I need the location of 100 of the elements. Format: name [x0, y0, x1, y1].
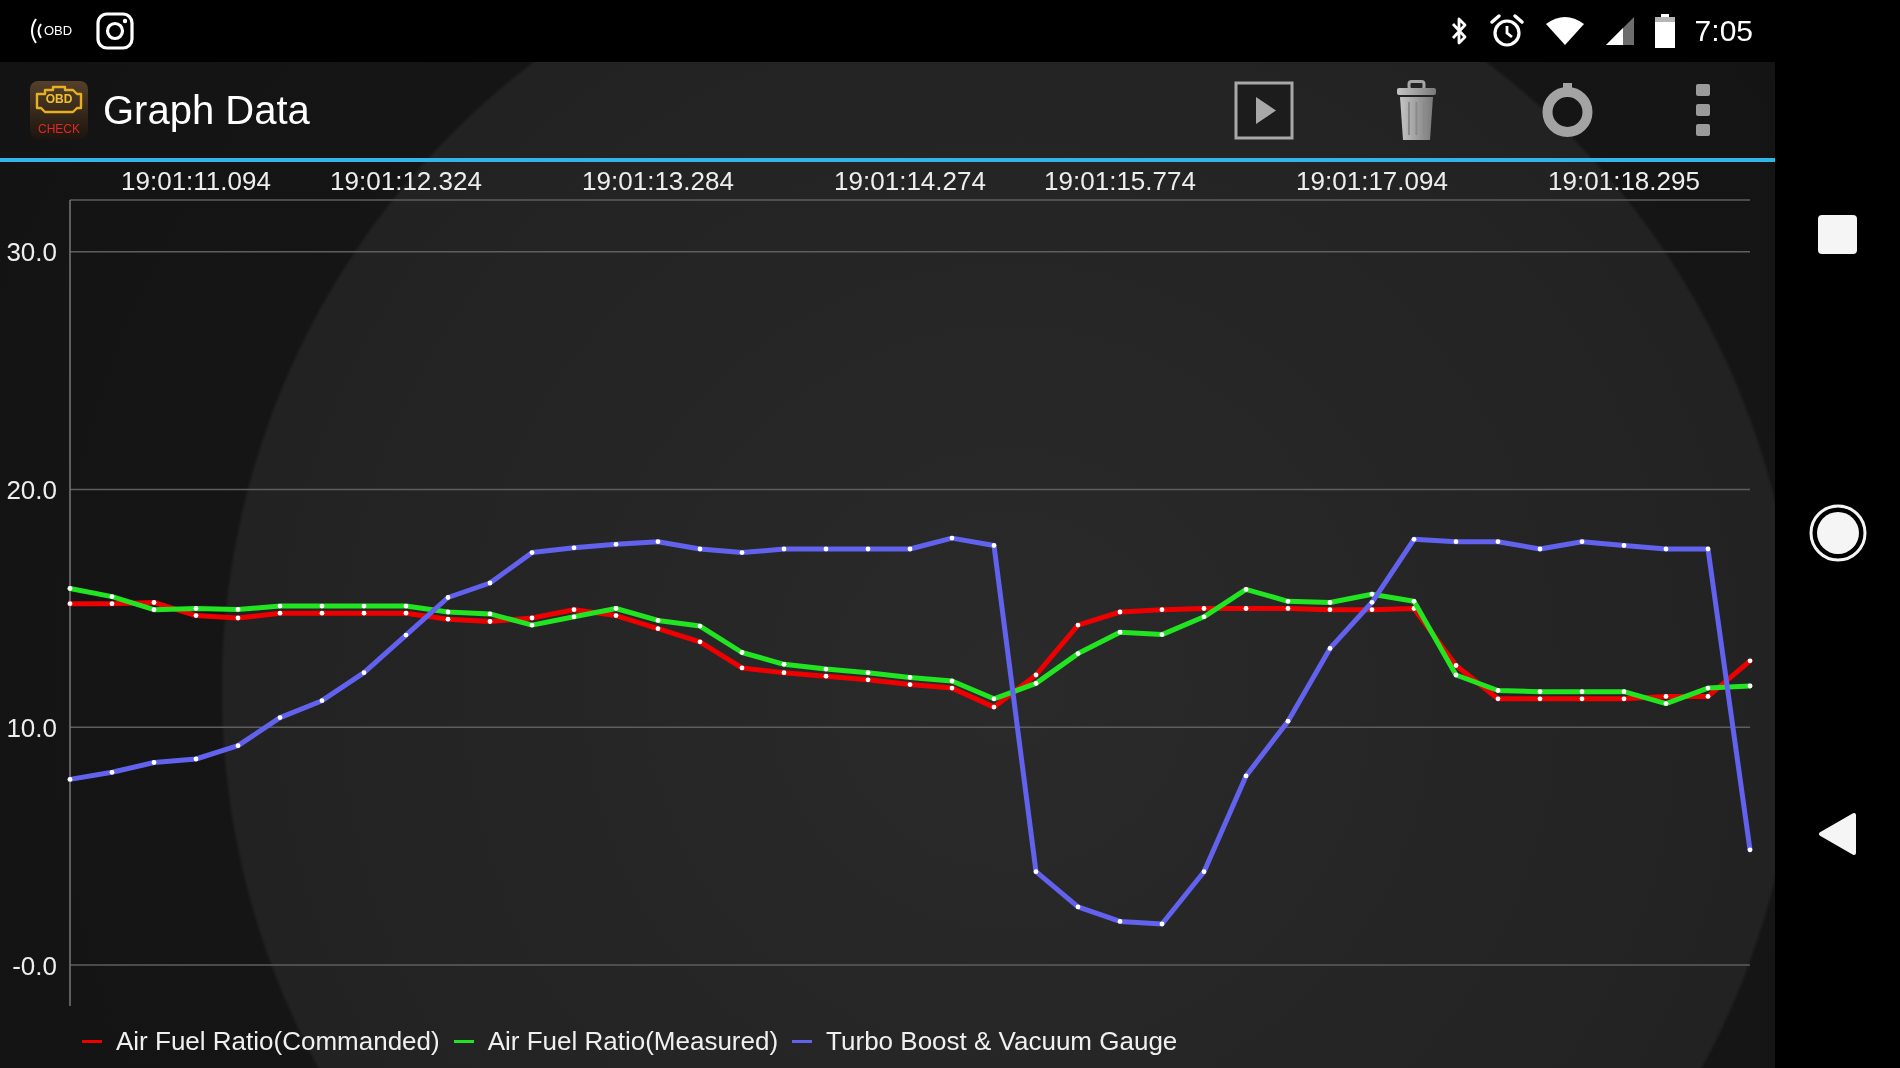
- triangle-icon[interactable]: [1818, 812, 1857, 856]
- data-point: [1075, 904, 1081, 910]
- data-point: [655, 539, 661, 545]
- play-icon[interactable]: [1234, 80, 1294, 140]
- data-point: [1075, 622, 1081, 628]
- data-point: [1243, 606, 1249, 611]
- camera-icon: [96, 12, 135, 50]
- data-point: [655, 626, 661, 632]
- data-point: [109, 601, 115, 607]
- data-point: [907, 546, 913, 552]
- y-tick-label: 30.0: [6, 237, 57, 268]
- data-point: [949, 535, 955, 541]
- data-point: [67, 777, 73, 782]
- data-point: [613, 613, 619, 618]
- data-point: [361, 670, 367, 676]
- data-point: [193, 613, 199, 618]
- data-point: [655, 618, 661, 623]
- data-point: [487, 580, 493, 586]
- data-point: [697, 639, 703, 645]
- data-point: [487, 619, 493, 624]
- data-point: [697, 546, 703, 552]
- data-point: [1453, 539, 1459, 545]
- data-point: [865, 546, 871, 552]
- data-point: [1369, 591, 1375, 597]
- data-point: [1411, 598, 1417, 604]
- data-point: [1159, 632, 1165, 637]
- data-point: [1369, 607, 1375, 613]
- data-point: [1453, 672, 1459, 678]
- data-point: [1201, 869, 1207, 875]
- data-point: [67, 601, 73, 607]
- data-point: [1033, 672, 1039, 678]
- data-point: [1705, 685, 1711, 691]
- data-point: [1033, 681, 1039, 686]
- legend-label: Turbo Boost & Vacuum Gauge: [826, 1026, 1178, 1057]
- data-point: [1537, 546, 1543, 552]
- data-point: [613, 541, 619, 547]
- data-point: [907, 675, 913, 680]
- data-point: [991, 543, 997, 548]
- logo-text: OBD: [44, 92, 74, 106]
- data-point: [193, 756, 199, 762]
- data-point: [1033, 869, 1039, 875]
- data-point: [991, 696, 997, 702]
- data-point: [487, 611, 493, 617]
- trash-icon[interactable]: [1394, 79, 1439, 141]
- data-point: [1285, 598, 1291, 604]
- data-point: [1495, 696, 1501, 702]
- data-point: [193, 606, 199, 611]
- legend-label: Air Fuel Ratio(Measured): [487, 1026, 779, 1057]
- signal-icon: [1604, 16, 1635, 46]
- notification-text: OBD: [44, 23, 73, 39]
- data-point: [781, 670, 787, 676]
- data-point: [739, 550, 745, 555]
- data-point: [235, 743, 241, 749]
- data-point: [1579, 539, 1585, 545]
- data-point: [739, 650, 745, 655]
- alarm-clock-icon: [1488, 13, 1525, 49]
- data-point: [1411, 606, 1417, 611]
- data-point: [697, 623, 703, 629]
- data-point: [1705, 546, 1711, 552]
- logo-caption: CHECK: [37, 122, 81, 136]
- screen-title: Graph Data: [103, 87, 310, 134]
- data-point: [277, 715, 283, 720]
- data-point: [1747, 847, 1753, 853]
- data-point: [1747, 683, 1753, 689]
- battery-icon: [1654, 14, 1675, 48]
- data-point: [1411, 536, 1417, 542]
- x-tick-label: 19:01:12.324: [330, 166, 482, 196]
- data-point: [1705, 694, 1711, 699]
- data-point: [151, 600, 157, 605]
- data-point: [67, 586, 73, 591]
- y-tick-label: -0.0: [12, 950, 57, 981]
- data-point: [1369, 599, 1375, 605]
- data-point: [403, 632, 409, 638]
- data-point: [1159, 921, 1165, 927]
- data-point: [1495, 539, 1501, 545]
- data-point: [319, 698, 325, 704]
- data-point: [1663, 546, 1669, 552]
- data-point: [991, 704, 997, 710]
- legend-label: Air Fuel Ratio(Commanded): [116, 1026, 440, 1057]
- x-tick-label: 19:01:15.774: [1044, 166, 1196, 196]
- data-point: [109, 769, 115, 775]
- circle-icon[interactable]: [1808, 504, 1867, 562]
- x-tick-label: 19:01:13.284: [582, 166, 734, 196]
- data-point: [571, 545, 577, 551]
- y-tick-label: 20.0: [6, 475, 57, 506]
- data-point: [1327, 607, 1333, 613]
- data-point: [613, 606, 619, 611]
- data-point: [1243, 587, 1249, 592]
- data-point: [1285, 718, 1291, 724]
- data-point: [445, 595, 451, 600]
- x-tick-label: 19:01:14.274: [834, 166, 986, 196]
- data-point: [1201, 606, 1207, 611]
- data-point: [1663, 694, 1669, 699]
- data-point: [1075, 651, 1081, 656]
- x-tick-label: 19:01:18.295: [1548, 166, 1700, 196]
- data-point: [235, 615, 241, 621]
- data-point: [1159, 607, 1165, 613]
- x-tick-label: 19:01:17.094: [1296, 166, 1448, 196]
- menu-icon[interactable]: [1696, 84, 1710, 136]
- data-point: [1285, 606, 1291, 611]
